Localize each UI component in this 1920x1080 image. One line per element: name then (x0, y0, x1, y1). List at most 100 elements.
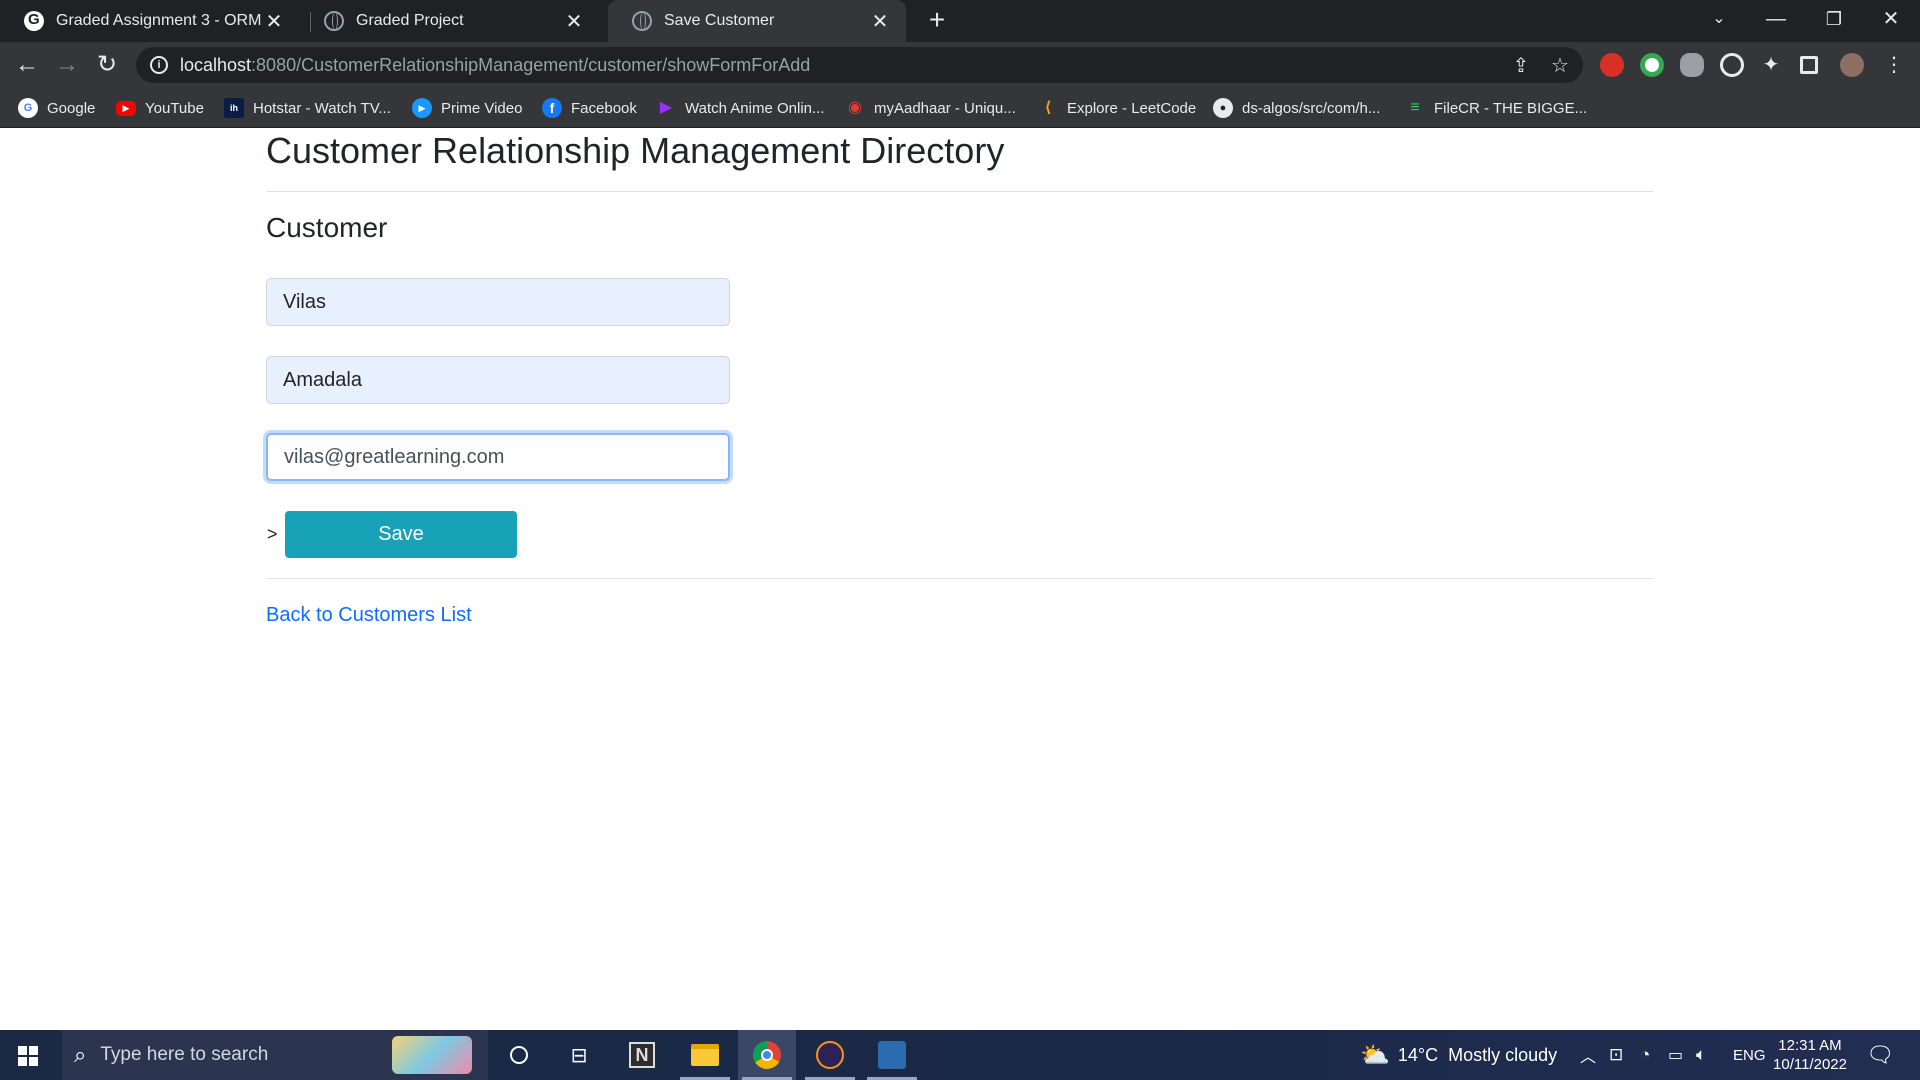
bookmark-leetcode[interactable]: ⟨ Explore - LeetCode (1038, 97, 1197, 119)
bookmark-label: Google (47, 99, 96, 117)
bookmark-label: Explore - LeetCode (1067, 99, 1197, 117)
page-title: Customer Relationship Management Directo… (266, 130, 1005, 171)
search-placeholder: Type here to search (100, 1044, 269, 1065)
divider (266, 578, 1654, 579)
email-field[interactable] (266, 433, 730, 481)
wifi-icon[interactable]: ◔ (1640, 1030, 1650, 1080)
clock-time: 12:31 AM (1778, 1037, 1842, 1054)
extension-cloud-icon[interactable] (1680, 53, 1704, 77)
minimize-icon[interactable]: — (1747, 0, 1805, 40)
tab-graded-assignment[interactable]: Graded Assignment 3 - ORM & S ✕ (0, 0, 300, 42)
extension-red-icon[interactable] (1600, 53, 1624, 77)
youtube-icon: ▶ (116, 100, 136, 116)
reload-icon[interactable]: ↻ (92, 50, 122, 80)
more-menu-icon[interactable]: ⋮ (1883, 54, 1905, 76)
share-icon[interactable]: ⇪ (1510, 55, 1532, 77)
globe-icon (324, 11, 344, 31)
defender-icon[interactable]: ⊡ (1609, 1030, 1623, 1080)
prime-video-icon: ▶ (412, 98, 432, 118)
bookmark-label: myAadhaar - Uniqu... (874, 99, 1016, 117)
tab-title: Save Customer (664, 12, 775, 29)
url-text: localhost:8080/CustomerRelationshipManag… (180, 54, 811, 75)
page-viewport: Customer Relationship Management Directo… (0, 128, 1920, 1030)
clock[interactable]: 12:31 AM 10/11/2022 (1770, 1036, 1850, 1074)
save-button[interactable]: Save (285, 511, 517, 558)
close-icon[interactable]: ✕ (262, 9, 286, 34)
site-info-icon[interactable]: i (150, 56, 168, 74)
bookmarks-bar: G Google ▶ YouTube ih Hotstar - Watch TV… (0, 88, 1920, 128)
bookmark-prime-video[interactable]: ▶ Prime Video (412, 97, 522, 119)
window-close-icon[interactable]: ✕ (1862, 0, 1920, 40)
globe-icon (632, 11, 652, 31)
windows-start-icon[interactable] (18, 1046, 38, 1066)
tab-title: Graded Project (356, 12, 464, 29)
divider (266, 191, 1654, 192)
tab-search-chevron-icon[interactable]: ⌄ (1690, 0, 1748, 40)
bookmark-github[interactable]: ● ds-algos/src/com/h... (1213, 97, 1380, 119)
bookmark-label: ds-algos/src/com/h... (1242, 99, 1381, 117)
file-explorer-icon[interactable] (676, 1030, 734, 1080)
bookmark-label: YouTube (145, 99, 204, 117)
cloud-sun-icon: ⛅ (1360, 1041, 1390, 1069)
bookmark-label: Facebook (571, 99, 637, 117)
anime-icon: ▶ (659, 99, 673, 116)
back-arrow-icon[interactable]: ← (12, 50, 42, 80)
github-icon: ● (1213, 98, 1233, 118)
bookmark-anime[interactable]: ▶ Watch Anime Onlin... (656, 97, 825, 119)
battery-icon[interactable]: ▭ (1668, 1030, 1683, 1080)
stray-gt-text: > (267, 524, 278, 544)
chrome-taskbar-icon[interactable] (738, 1030, 796, 1080)
facebook-icon: f (542, 98, 562, 118)
browser-toolbar: ← → ↻ i localhost:8080/CustomerRelations… (0, 42, 1920, 88)
eclipse-icon[interactable] (801, 1030, 859, 1080)
bookmark-facebook[interactable]: f Facebook (542, 97, 637, 119)
browser-tab-strip: Graded Assignment 3 - ORM & S ✕ Graded P… (0, 0, 1920, 42)
google-icon (24, 11, 44, 31)
form-heading: Customer (266, 212, 388, 243)
leetcode-icon: ⟨ (1044, 99, 1052, 116)
bookmark-filecr[interactable]: ≡ FileCR - THE BIGGE... (1405, 97, 1587, 119)
cortana-icon[interactable] (490, 1030, 548, 1080)
aadhaar-icon: ◉ (848, 99, 862, 116)
taskbar-search-box[interactable]: ⌕ Type here to search (62, 1030, 488, 1080)
bookmark-label: FileCR - THE BIGGE... (1434, 99, 1588, 117)
bookmark-hotstar[interactable]: ih Hotstar - Watch TV... (224, 97, 391, 119)
side-panel-icon[interactable] (1800, 56, 1818, 74)
extension-globe-icon[interactable] (1640, 53, 1664, 77)
extensions-puzzle-icon[interactable]: ✦ (1760, 54, 1782, 76)
task-view-icon[interactable]: ⊟ (550, 1030, 608, 1080)
bookmark-label: Hotstar - Watch TV... (253, 99, 391, 117)
volume-icon[interactable]: 🔈︎ (1696, 1030, 1706, 1080)
language-indicator[interactable]: ENG (1733, 1030, 1766, 1080)
bookmark-star-icon[interactable]: ☆ (1549, 55, 1571, 77)
hotstar-icon: ih (224, 98, 244, 118)
windows-taskbar: ⌕ Type here to search ⊟ N ⛅ 14°C Mostly … (0, 1030, 1920, 1080)
tab-graded-project[interactable]: Graded Project ✕ (300, 0, 600, 42)
extension-circle-icon[interactable] (1720, 53, 1744, 77)
tray-chevron-icon[interactable]: ︿ (1580, 1030, 1596, 1080)
forward-arrow-icon[interactable]: → (52, 50, 82, 80)
search-highlight-illustration (392, 1036, 472, 1074)
last-name-field[interactable] (266, 356, 730, 404)
address-bar[interactable]: i localhost:8080/CustomerRelationshipMan… (136, 47, 1583, 83)
notion-app-icon[interactable]: N (613, 1030, 671, 1080)
notifications-icon[interactable]: 🗨︎ (1866, 1030, 1894, 1080)
profile-avatar[interactable] (1840, 53, 1864, 77)
tab-save-customer[interactable]: Save Customer ✕ (608, 0, 906, 42)
bookmark-aadhaar[interactable]: ◉ myAadhaar - Uniqu... (845, 97, 1016, 119)
bookmark-label: Watch Anime Onlin... (685, 99, 825, 117)
google-icon: G (18, 98, 38, 118)
new-tab-icon[interactable]: + (923, 6, 951, 34)
tab-title: Graded Assignment 3 - ORM & S (56, 12, 262, 29)
search-icon: ⌕ (74, 1042, 87, 1067)
restore-icon[interactable]: ❐ (1805, 0, 1863, 40)
close-icon[interactable]: ✕ (868, 9, 892, 34)
close-icon[interactable]: ✕ (562, 9, 586, 34)
bookmark-youtube[interactable]: ▶ YouTube (116, 97, 204, 119)
first-name-field[interactable] (266, 278, 730, 326)
back-to-customers-link[interactable]: Back to Customers List (266, 604, 472, 627)
filecr-icon: ≡ (1410, 99, 1420, 116)
weather-widget[interactable]: ⛅ 14°C Mostly cloudy (1360, 1030, 1557, 1080)
mysql-workbench-icon[interactable] (863, 1030, 921, 1080)
bookmark-google[interactable]: G Google (18, 97, 95, 119)
